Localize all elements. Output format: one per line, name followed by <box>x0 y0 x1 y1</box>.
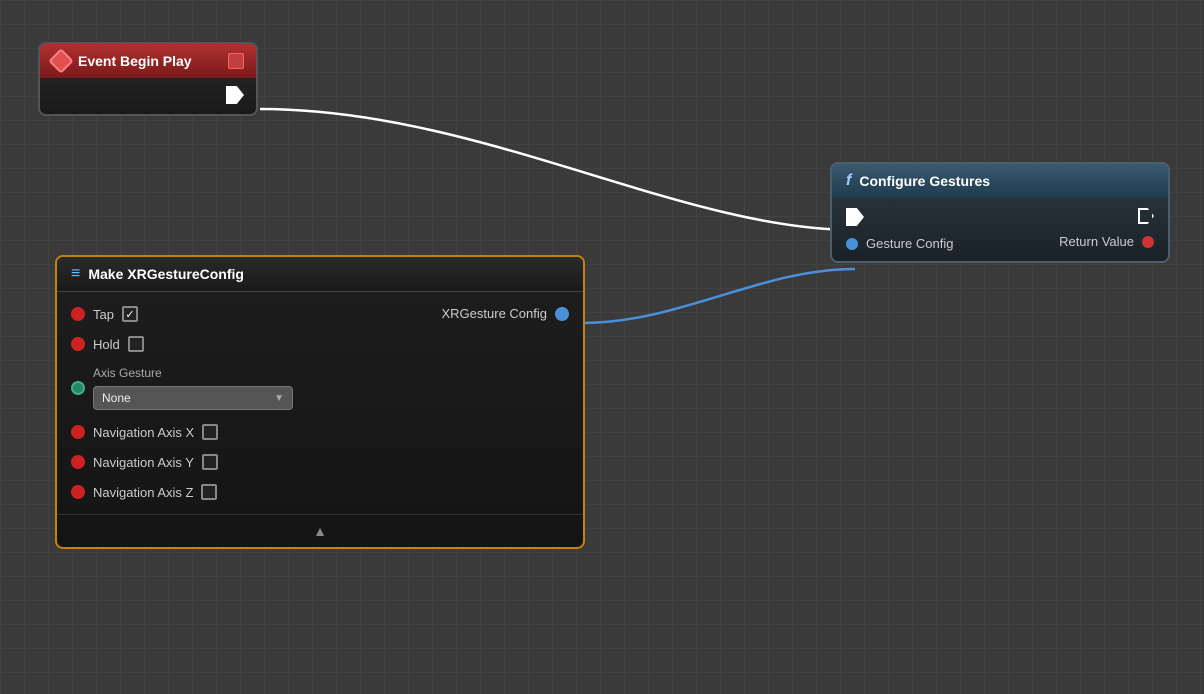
nav-axis-y-label: Navigation Axis Y <box>93 455 194 470</box>
hold-pin-row: Hold <box>71 336 293 352</box>
nav-axis-x-pin-row: Navigation Axis X <box>71 424 293 440</box>
event-close-button[interactable] <box>228 53 244 69</box>
make-xrgestureconfig-title: Make XRGestureConfig <box>88 266 244 282</box>
axis-gesture-pin[interactable] <box>71 381 85 395</box>
dropdown-value: None <box>102 391 131 405</box>
configure-gestures-body: Gesture Config Return Value <box>832 198 1168 261</box>
xrgesture-config-output-row: XRGesture Config <box>442 306 570 321</box>
nav-axis-y-pin[interactable] <box>71 455 85 469</box>
hold-checkbox[interactable] <box>128 336 144 352</box>
gesture-config-in-label: Gesture Config <box>866 236 953 251</box>
axis-gesture-group: Axis Gesture None ▼ <box>93 366 293 410</box>
event-begin-play-body <box>40 78 256 114</box>
gesture-config-in-row: Gesture Config <box>846 236 953 251</box>
configure-gestures-node: f Configure Gestures Gesture Config Retu… <box>830 162 1170 263</box>
nav-axis-x-label: Navigation Axis X <box>93 425 194 440</box>
xrgesture-config-output-pin[interactable] <box>555 307 569 321</box>
hold-label: Hold <box>93 337 120 352</box>
exec-out-row <box>1138 208 1154 224</box>
configure-gestures-right-pins: Return Value <box>1059 208 1154 249</box>
nav-axis-y-checkbox[interactable] <box>202 454 218 470</box>
make-right-pins: XRGesture Config <box>442 306 570 321</box>
make-node-footer: ▲ <box>57 514 583 547</box>
axis-gesture-pin-row: Axis Gesture None ▼ <box>71 366 293 410</box>
scroll-up-arrow-icon[interactable]: ▲ <box>313 523 327 539</box>
nav-axis-x-pin[interactable] <box>71 425 85 439</box>
xrgesture-config-output-label: XRGesture Config <box>442 306 548 321</box>
hold-pin[interactable] <box>71 337 85 351</box>
nav-axis-z-checkbox[interactable] <box>201 484 217 500</box>
exec-out-pin[interactable] <box>226 86 244 104</box>
event-diamond-icon <box>48 48 73 73</box>
tap-pin-row: Tap <box>71 306 293 322</box>
configure-gestures-left-pins: Gesture Config <box>846 208 953 251</box>
axis-gesture-label: Axis Gesture <box>93 366 293 380</box>
tap-checkbox[interactable] <box>122 306 138 322</box>
make-left-pins: Tap Hold Axis Gesture None ▼ <box>71 306 293 500</box>
dropdown-arrow-icon: ▼ <box>274 393 284 404</box>
gesture-config-in-pin[interactable] <box>846 238 858 250</box>
function-icon: f <box>846 172 851 190</box>
tap-label: Tap <box>93 307 114 322</box>
event-begin-play-title: Event Begin Play <box>78 53 192 69</box>
configure-gestures-title: Configure Gestures <box>859 173 990 189</box>
make-xrgestureconfig-node: ≡ Make XRGestureConfig Tap Hold Axis Ges… <box>55 255 585 549</box>
configure-exec-in-pin[interactable] <box>846 208 864 226</box>
configure-exec-out-pin[interactable] <box>1138 208 1154 224</box>
nav-axis-y-pin-row: Navigation Axis Y <box>71 454 293 470</box>
nav-axis-x-checkbox[interactable] <box>202 424 218 440</box>
return-value-row: Return Value <box>1059 234 1154 249</box>
configure-gestures-header: f Configure Gestures <box>832 164 1168 198</box>
exec-in-row <box>846 208 953 226</box>
return-value-label: Return Value <box>1059 234 1134 249</box>
nav-axis-z-pin-row: Navigation Axis Z <box>71 484 293 500</box>
return-value-pin[interactable] <box>1142 236 1154 248</box>
make-struct-icon: ≡ <box>71 265 80 283</box>
nav-axis-z-label: Navigation Axis Z <box>93 485 193 500</box>
tap-pin[interactable] <box>71 307 85 321</box>
make-xrgestureconfig-header: ≡ Make XRGestureConfig <box>57 257 583 292</box>
make-xrgestureconfig-body: Tap Hold Axis Gesture None ▼ <box>57 292 583 514</box>
event-begin-play-header: Event Begin Play <box>40 44 256 78</box>
axis-gesture-dropdown-container: None ▼ <box>93 386 293 410</box>
event-begin-play-node: Event Begin Play <box>38 42 258 116</box>
axis-gesture-dropdown[interactable]: None ▼ <box>93 386 293 410</box>
nav-axis-z-pin[interactable] <box>71 485 85 499</box>
